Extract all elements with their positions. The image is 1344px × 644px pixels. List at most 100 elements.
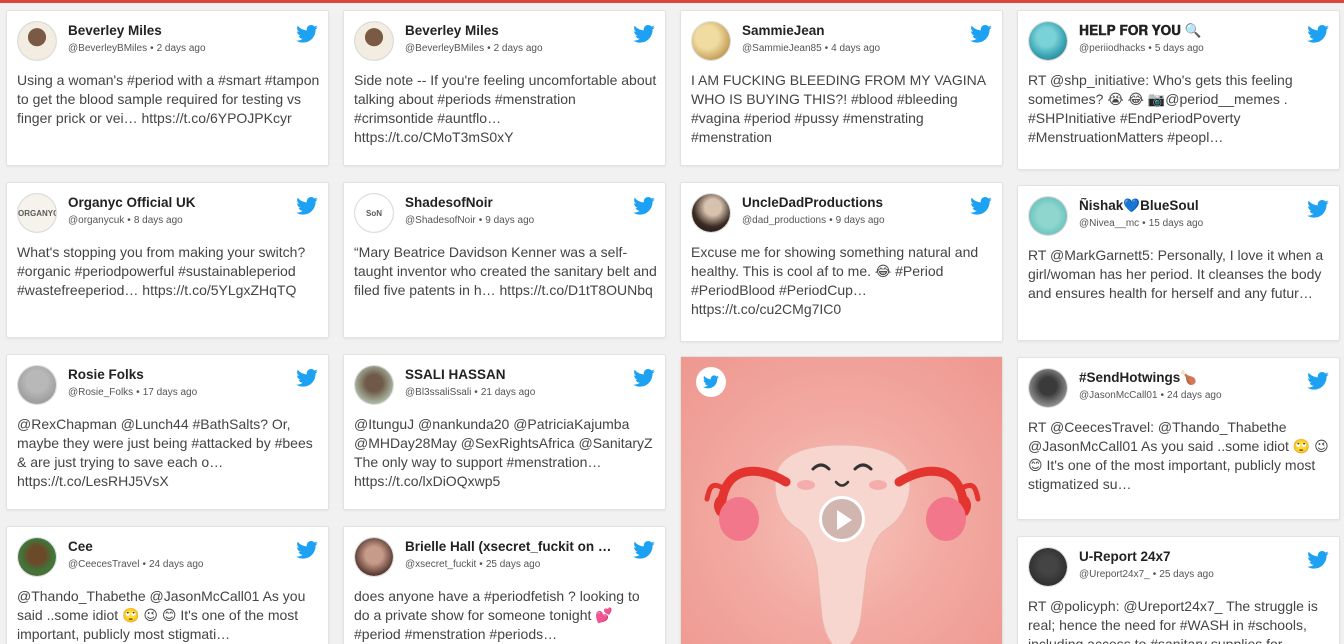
tweet-header: Beverley Miles @BeverleyBMiles • 2 days ag… <box>354 21 655 63</box>
meta-separator: • <box>824 43 829 54</box>
tweet-header: Brielle Hall (xsecret_fuckit on Chat… @x… <box>354 537 655 579</box>
tweet-card[interactable]: ORGANYC Organyc Official UK @organycuk • 8… <box>6 182 329 338</box>
author-name[interactable]: U-Report 24x7 <box>1079 549 1289 564</box>
avatar[interactable] <box>354 365 394 405</box>
tweet-card[interactable]: Beverley Miles @BeverleyBMiles • 2 days ag… <box>343 10 666 166</box>
tweet-card[interactable]: SSALI HASSAN @Bl3ssaliSsali • 21 days ago … <box>343 354 666 510</box>
author-name[interactable]: Beverley Miles <box>405 23 615 38</box>
tweet-time: 2 days ago <box>156 43 206 54</box>
author-handle[interactable]: @ShadesofNoir <box>405 215 476 226</box>
author-name[interactable]: 𝐇𝐄𝐋𝐏 𝐅𝐎𝐑 𝐘𝐎𝐔 🔍 <box>1079 23 1289 39</box>
video-tweet-card[interactable] <box>680 356 1003 644</box>
twitter-bird-icon[interactable] <box>633 369 655 387</box>
tweet-card[interactable]: Rosie Folks @Rosie_Folks • 17 days ago @Re… <box>6 354 329 510</box>
author-handle[interactable]: @CeecesTravel <box>68 559 139 570</box>
author-handle[interactable]: @organycuk <box>68 215 124 226</box>
twitter-bird-icon[interactable] <box>1307 551 1329 569</box>
avatar[interactable] <box>17 21 57 61</box>
author-name[interactable]: Brielle Hall (xsecret_fuckit on Chat… <box>405 539 615 554</box>
author-name[interactable]: Cee <box>68 539 278 554</box>
author-name[interactable]: SSALI HASSAN <box>405 367 615 382</box>
author-name[interactable]: #SendHotwings🍗 <box>1079 370 1289 386</box>
author-handle[interactable]: @JasonMcCall01 <box>1079 390 1158 401</box>
twitter-bird-icon[interactable] <box>296 25 318 43</box>
tweet-text: Side note -- If you're feeling uncomfort… <box>354 72 657 145</box>
tweet-header: Ñishak💙BlueSoul @Nivea__mc • 15 days ago <box>1028 196 1329 238</box>
author-meta: @periiodhacks • 5 days ago <box>1079 43 1204 54</box>
author-handle[interactable]: @BeverleyBMiles <box>68 43 147 54</box>
twitter-bird-icon[interactable] <box>296 369 318 387</box>
author-handle[interactable]: @dad_productions <box>742 215 826 226</box>
avatar[interactable]: ORGANYC <box>17 193 57 233</box>
avatar[interactable] <box>691 21 731 61</box>
tweet-time: 24 days ago <box>149 559 204 570</box>
tweet-card[interactable]: Beverley Miles @BeverleyBMiles • 2 days ag… <box>6 10 329 166</box>
tweet-card[interactable]: Ñishak💙BlueSoul @Nivea__mc • 15 days ago R… <box>1017 185 1340 341</box>
avatar[interactable] <box>1028 547 1068 587</box>
author-handle[interactable]: @periiodhacks <box>1079 43 1145 54</box>
twitter-bird-icon[interactable] <box>1307 200 1329 218</box>
meta-separator: • <box>1142 218 1146 229</box>
author-handle[interactable]: @xsecret_fuckit <box>405 559 476 570</box>
tweet-card[interactable]: SammieJean @SammieJean85 • 4 days ago I AM… <box>680 10 1003 166</box>
twitter-bird-icon <box>703 375 719 389</box>
twitter-bird-icon[interactable] <box>633 197 655 215</box>
author-handle[interactable]: @SammieJean85 <box>742 43 822 54</box>
tweet-header: UncleDadProductions @dad_productions • 9 d… <box>691 193 992 235</box>
twitter-bird-icon[interactable] <box>970 25 992 43</box>
tweet-time: 9 days ago <box>485 215 535 226</box>
play-button[interactable] <box>819 496 865 542</box>
tweet-header: Beverley Miles @BeverleyBMiles • 2 days ag… <box>17 21 318 63</box>
tweet-time: 8 days ago <box>133 215 183 226</box>
author-handle[interactable]: @Nivea__mc <box>1079 218 1139 229</box>
avatar[interactable] <box>354 537 394 577</box>
tweet-card[interactable]: 𝐇𝐄𝐋𝐏 𝐅𝐎𝐑 𝐘𝐎𝐔 🔍 @periiodhacks • 5 days ago … <box>1017 10 1340 170</box>
tweet-header: ORGANYC Organyc Official UK @organycuk • 8… <box>17 193 318 235</box>
tweet-card[interactable]: Brielle Hall (xsecret_fuckit on Chat… @x… <box>343 526 666 644</box>
tweet-card[interactable]: Cee @CeecesTravel • 24 days ago @Thando_Th… <box>6 526 329 644</box>
twitter-bird-icon[interactable] <box>1307 25 1329 43</box>
author-meta: @Bl3ssaliSsali • 21 days ago <box>405 387 535 398</box>
tweet-card[interactable]: UncleDadProductions @dad_productions • 9 d… <box>680 182 1003 342</box>
author-name[interactable]: SammieJean <box>742 23 952 38</box>
twitter-bird-icon[interactable] <box>1307 372 1329 390</box>
tweet-header: Rosie Folks @Rosie_Folks • 17 days ago <box>17 365 318 407</box>
avatar[interactable] <box>691 193 731 233</box>
avatar[interactable] <box>17 537 57 577</box>
twitter-bird-icon[interactable] <box>633 25 655 43</box>
author-meta: @organycuk • 8 days ago <box>68 215 183 226</box>
author-meta: @Ureport24x7_ • 25 days ago <box>1079 569 1214 580</box>
avatar[interactable] <box>1028 368 1068 408</box>
author-handle[interactable]: @Bl3ssaliSsali <box>405 387 471 398</box>
tweet-card[interactable]: U-Report 24x7 @Ureport24x7_ • 25 days ago … <box>1017 536 1340 644</box>
author-handle[interactable]: @Rosie_Folks <box>68 387 133 398</box>
tweet-card[interactable]: #SendHotwings🍗 @JasonMcCall01 • 24 days ag… <box>1017 357 1340 520</box>
twitter-bird-icon[interactable] <box>633 541 655 559</box>
author-name[interactable]: Ñishak💙BlueSoul <box>1079 198 1289 214</box>
meta-separator: • <box>479 559 483 570</box>
tweet-text: “Mary Beatrice Davidson Kenner was a sel… <box>354 244 657 298</box>
author-handle[interactable]: @Ureport24x7_ <box>1079 569 1150 580</box>
avatar[interactable]: SoN <box>354 193 394 233</box>
twitter-bird-icon[interactable] <box>296 197 318 215</box>
avatar[interactable] <box>17 365 57 405</box>
author-name[interactable]: Rosie Folks <box>68 367 278 382</box>
author-name[interactable]: UncleDadProductions <box>742 195 952 210</box>
author-name[interactable]: ShadesofNoir <box>405 195 615 210</box>
twitter-bird-icon[interactable] <box>970 197 992 215</box>
avatar[interactable] <box>354 21 394 61</box>
author-name[interactable]: Beverley Miles <box>68 23 278 38</box>
meta-separator: • <box>1152 569 1157 580</box>
tweet-card[interactable]: SoN ShadesofNoir @ShadesofNoir • 9 days ag… <box>343 182 666 338</box>
avatar[interactable] <box>1028 196 1068 236</box>
author-handle[interactable]: @BeverleyBMiles <box>405 43 484 54</box>
tweet-time: 15 days ago <box>1148 218 1204 229</box>
tweet-header: Cee @CeecesTravel • 24 days ago <box>17 537 318 579</box>
avatar[interactable] <box>1028 21 1068 61</box>
author-meta: @JasonMcCall01 • 24 days ago <box>1079 390 1222 401</box>
tweet-time: 17 days ago <box>142 387 198 398</box>
author-name[interactable]: Organyc Official UK <box>68 195 278 210</box>
twitter-bird-icon[interactable] <box>296 541 318 559</box>
tweet-header: SSALI HASSAN @Bl3ssaliSsali • 21 days ago <box>354 365 655 407</box>
author-meta: @xsecret_fuckit • 25 days ago <box>405 559 540 570</box>
